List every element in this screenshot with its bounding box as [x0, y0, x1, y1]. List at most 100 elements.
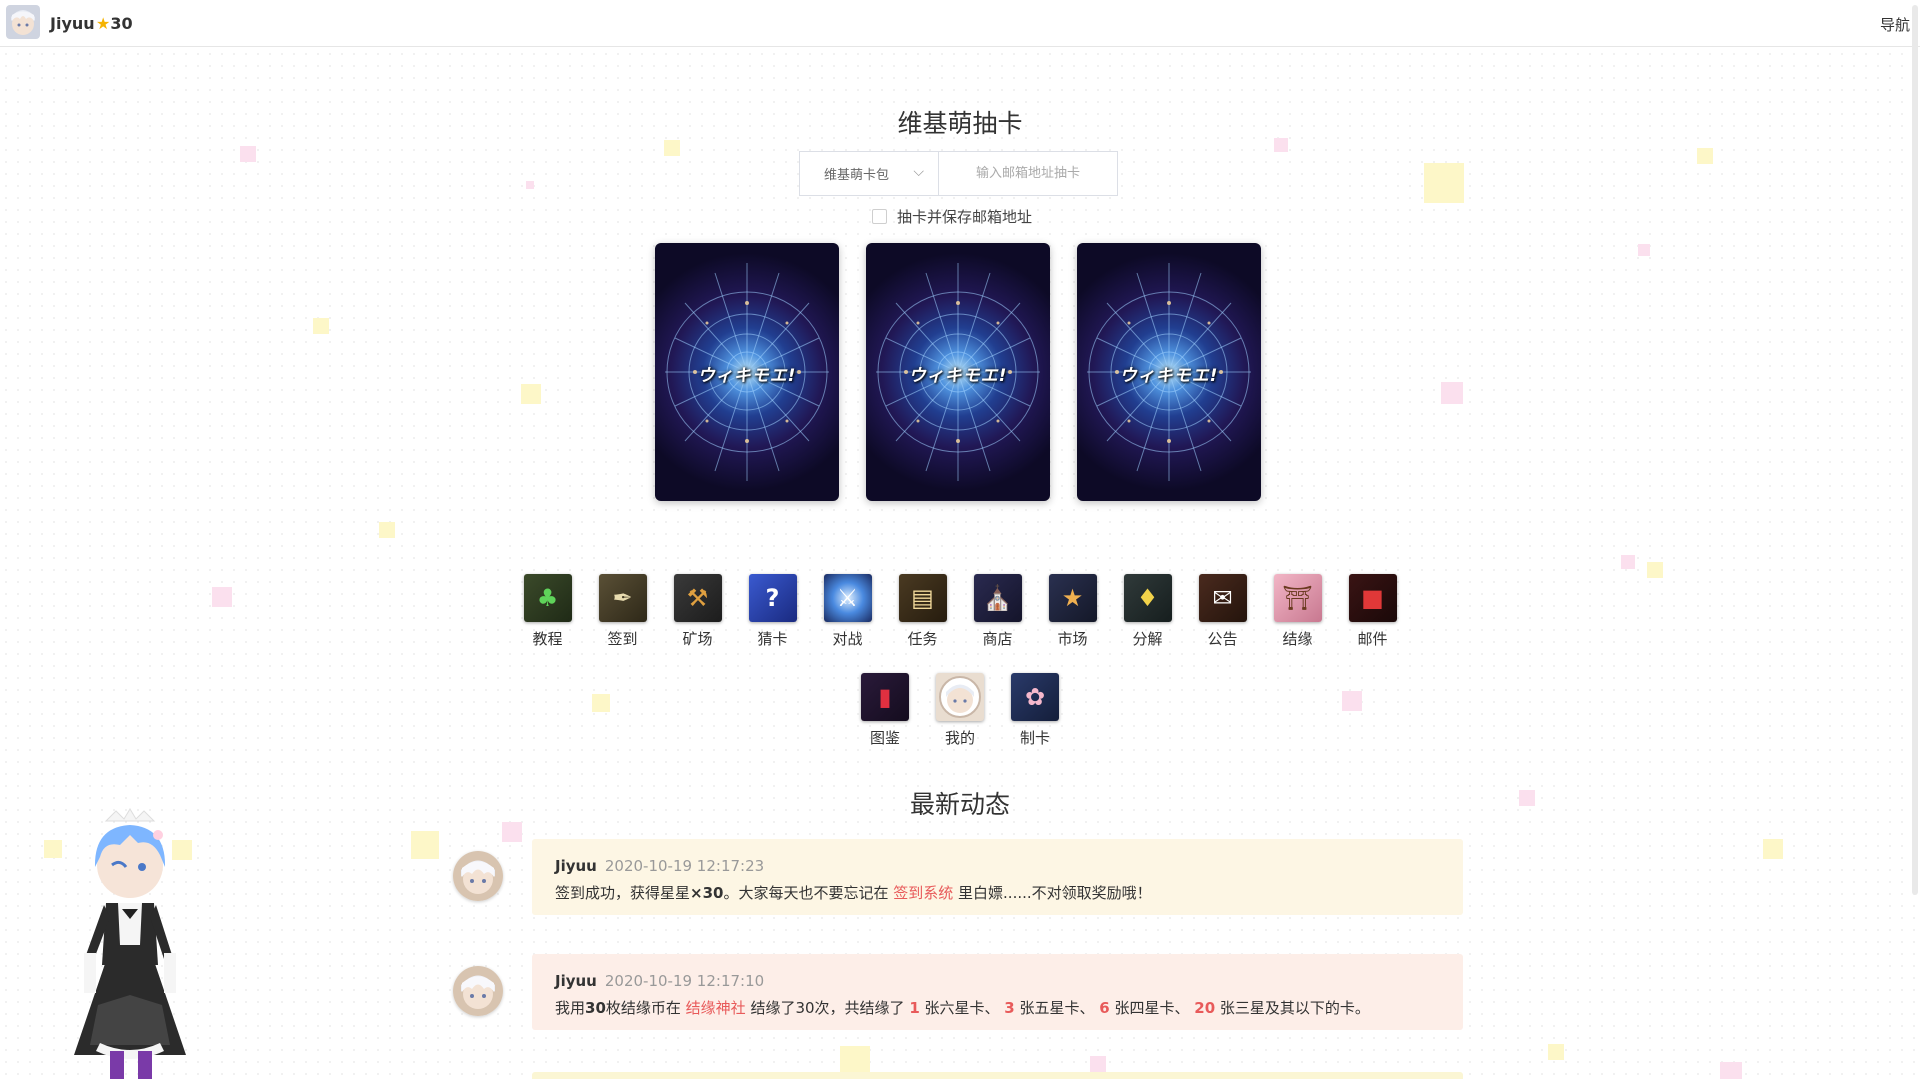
- menu-item-make-card[interactable]: ✿ 制卡: [1011, 673, 1059, 748]
- confetti: [664, 140, 680, 156]
- confetti: [379, 522, 395, 538]
- menu-item-checkin[interactable]: ✒ 签到: [598, 574, 647, 649]
- notice-icon: ✉: [1198, 574, 1247, 622]
- three-star-count: 20: [1194, 999, 1216, 1017]
- feed-bubble: Jiyuu 2020-10-19 12:17:23 签到成功，获得星星×30。大家…: [532, 839, 1463, 915]
- six-star-count: 1: [909, 999, 920, 1017]
- menu-label: 对战: [832, 630, 863, 648]
- card-back-1[interactable]: ウィキモエ!: [655, 243, 839, 501]
- menu-label: 结缘: [1282, 630, 1313, 648]
- book-icon: ▮: [861, 673, 909, 721]
- nav-menu-link[interactable]: 导航: [1880, 14, 1910, 35]
- save-email-label: 抽卡并保存邮箱地址: [897, 208, 1033, 226]
- feed-message: 我用30枚结缘币在 结缘神社 结缘了30次，共结缘了 1 张六星卡、 3 张五星…: [555, 997, 1439, 1018]
- feed-header: Jiyuu 2020-10-19 12:17:23: [555, 857, 1439, 875]
- feed-text-part: 张四星卡、: [1109, 999, 1195, 1017]
- confetti: [1697, 148, 1713, 164]
- email-input[interactable]: [938, 151, 1118, 196]
- menu-item-mine[interactable]: ⚒ 矿场: [673, 574, 722, 649]
- menu-label: 分解: [1132, 630, 1163, 648]
- bond-shrine-link[interactable]: 结缘神社: [686, 999, 746, 1017]
- menu-item-battle[interactable]: ⚔ 对战: [823, 574, 872, 649]
- market-bag-icon: ★: [1048, 574, 1097, 622]
- feed-text-part: 里白嫖......不对领取奖励哦！: [953, 884, 1152, 902]
- menu-item-profile[interactable]: 我的: [936, 673, 984, 748]
- chevron-down-icon: ⌵: [913, 164, 924, 180]
- feed-item: Jiyuu 2020-10-19 12:17:23 签到成功，获得星星×30。大家…: [453, 839, 1463, 915]
- checkin-system-link[interactable]: 签到系统: [893, 884, 953, 902]
- confetti: [1424, 163, 1464, 203]
- feed-timestamp: 2020-10-19 12:17:23: [604, 857, 765, 875]
- feed-text-part: 张三星及其以下的卡。: [1215, 999, 1370, 1017]
- menu-item-shop[interactable]: ⛪ 商店: [973, 574, 1022, 649]
- menu-item-bond[interactable]: ⛩ 结缘: [1273, 574, 1322, 649]
- menu-item-tutorial[interactable]: ♣ 教程: [523, 574, 572, 649]
- battle-icon: ⚔: [823, 574, 872, 622]
- feed-text-part: 枚结缘币在: [605, 999, 686, 1017]
- confetti: [526, 181, 534, 189]
- feed-text-part: 张五星卡、: [1014, 999, 1100, 1017]
- card-back-2[interactable]: ウィキモエ!: [866, 243, 1050, 501]
- menu-label: 邮件: [1357, 630, 1388, 648]
- card-backs: ウィキモエ! ウィキモエ! ウィキモエ!: [655, 243, 1261, 501]
- feed-text-part: 我用: [555, 999, 586, 1017]
- feed-username[interactable]: Jiyuu: [555, 857, 597, 875]
- confetti: [411, 831, 439, 859]
- menu-item-collection[interactable]: ▮ 图鉴: [861, 673, 909, 748]
- shrine-icon: ⛩: [1273, 574, 1322, 622]
- feed-header: Jiyuu 2020-10-19 12:17:10: [555, 972, 1439, 990]
- mailbox-icon: ■: [1348, 574, 1397, 622]
- card-back-3[interactable]: ウィキモエ!: [1077, 243, 1261, 501]
- draw-form: 维基萌卡包 ⌵: [799, 151, 1118, 196]
- feed-username[interactable]: Jiyuu: [555, 972, 597, 990]
- avatar[interactable]: [453, 966, 503, 1016]
- menu-item-decompose[interactable]: ♦ 分解: [1123, 574, 1172, 649]
- menu-label: 签到: [607, 630, 638, 648]
- feed-item: Jiyuu 2020-10-19 12:17:10 我用30枚结缘币在 结缘神社 …: [453, 954, 1463, 1030]
- menu-item-guess-card[interactable]: ? 猜卡: [748, 574, 797, 649]
- feed-message: 签到成功，获得星星×30。大家每天也不要忘记在 签到系统 里白嫖......不对…: [555, 882, 1439, 903]
- page-title: 维基萌抽卡: [897, 109, 1023, 138]
- menu-label: 任务: [907, 630, 938, 648]
- feed-text-bold: 30: [585, 999, 606, 1017]
- menu-item-mail[interactable]: ■ 邮件: [1348, 574, 1397, 649]
- feed-text-part: 签到成功，获得星星: [555, 884, 691, 902]
- user-avatar[interactable]: [6, 5, 40, 39]
- menu-label: 教程: [532, 630, 563, 648]
- feed-text-part: 。大家每天也不要忘记在: [723, 884, 894, 902]
- confetti: [1720, 1062, 1742, 1079]
- menu-item-announcement[interactable]: ✉ 公告: [1198, 574, 1247, 649]
- crystal-icon: ♦: [1123, 574, 1172, 622]
- feed-timestamp: 2020-10-19 12:17:10: [604, 972, 765, 990]
- menu-label: 商店: [982, 630, 1013, 648]
- page-scrollbar[interactable]: [1912, 5, 1918, 895]
- feed-title: 最新动态: [909, 790, 1010, 819]
- star-count: ★30: [96, 14, 133, 33]
- menu-label: 市场: [1057, 630, 1088, 648]
- save-email-checkbox[interactable]: [872, 209, 887, 224]
- menu-label: 我的: [944, 729, 975, 747]
- shop-icon: ⛪: [973, 574, 1022, 622]
- feed-item-next: [532, 1072, 1463, 1079]
- username[interactable]: Jiyuu: [50, 14, 95, 33]
- clover-icon: ♣: [523, 574, 572, 622]
- save-email-checkbox-row[interactable]: 抽卡并保存邮箱地址: [872, 206, 1032, 227]
- menu-item-market[interactable]: ★ 市场: [1048, 574, 1097, 649]
- card-back-logo: ウィキモエ!: [908, 366, 1008, 386]
- card-back-logo: ウィキモエ!: [1119, 366, 1219, 386]
- mascot-character[interactable]: [60, 805, 200, 1079]
- confetti: [240, 146, 256, 162]
- menu-label: 猜卡: [757, 630, 788, 648]
- confetti: [313, 318, 329, 334]
- five-star-count: 3: [1004, 999, 1015, 1017]
- menu-item-quest[interactable]: ▤ 任务: [898, 574, 947, 649]
- pack-select[interactable]: 维基萌卡包 ⌵: [799, 151, 938, 196]
- card-back-logo: ウィキモエ!: [697, 366, 797, 386]
- feature-menu: ♣ 教程 ✒ 签到 ⚒ 矿场 ? 猜卡 ⚔ 对战 ▤ 任务 ⛪ 商店 ★ 市场: [0, 574, 1920, 772]
- star-icon: ★: [96, 14, 111, 33]
- feed-text-part: 结缘了30次，共结缘了: [745, 999, 910, 1017]
- star-count-value: 30: [110, 14, 133, 33]
- menu-label: 制卡: [1019, 729, 1050, 747]
- confetti: [1763, 839, 1783, 859]
- avatar[interactable]: [453, 851, 503, 901]
